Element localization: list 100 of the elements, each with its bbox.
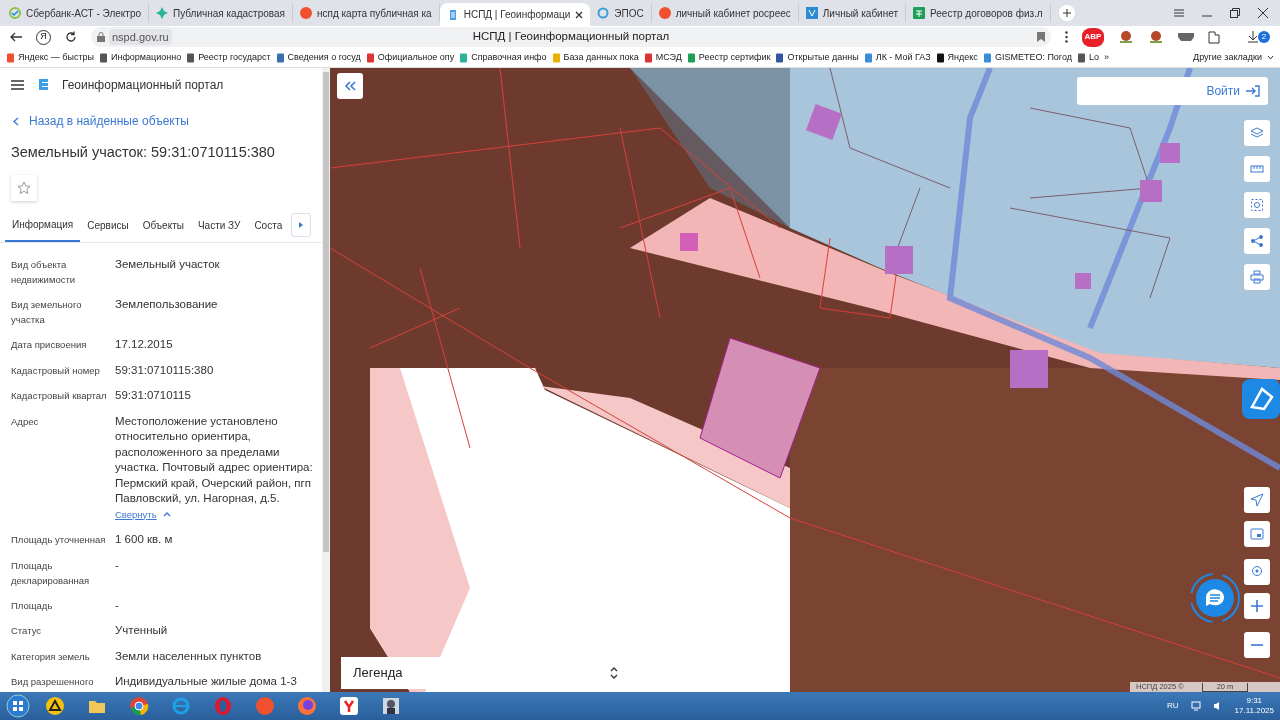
field-label: Вид разрешенного xyxy=(11,675,95,690)
field-label: Вид земельного участка xyxy=(11,298,83,328)
adblock-button[interactable]: ABP xyxy=(1082,27,1104,47)
zoom-in-button[interactable] xyxy=(1244,593,1270,619)
tab-scroll-button[interactable] xyxy=(291,213,312,238)
extension-icon[interactable] xyxy=(1148,30,1164,44)
field-label: Вид объекта недвижимости xyxy=(11,258,77,288)
bookmark[interactable]: Сведения о госуд xyxy=(275,50,361,65)
layers-button[interactable] xyxy=(1244,120,1270,146)
favorite-button[interactable] xyxy=(11,175,37,202)
side-tab-icon[interactable] xyxy=(1242,379,1280,419)
tab[interactable]: Сервисы xyxy=(80,211,136,243)
other-bookmarks-button[interactable]: Другие закладки xyxy=(1193,50,1274,65)
bookmark[interactable]: Информационно xyxy=(99,50,182,65)
print-button[interactable] xyxy=(1244,264,1270,290)
puzzle-icon[interactable] xyxy=(1208,30,1220,44)
building-footprint xyxy=(885,246,913,274)
tab[interactable]: Информация xyxy=(5,211,81,243)
extension-icon[interactable] xyxy=(1118,30,1134,44)
downloads-button[interactable]: 2 xyxy=(1248,31,1270,43)
spreadsheet-icon xyxy=(913,7,926,19)
page-icon xyxy=(459,52,469,63)
browser-tab[interactable]: Публичная кадастровая xyxy=(149,4,293,22)
chat-button[interactable] xyxy=(1189,572,1241,624)
disc-icon xyxy=(658,7,671,19)
zoom-out-button[interactable] xyxy=(1244,632,1270,658)
field-label: Площадь xyxy=(11,598,54,613)
collapse-link[interactable]: Свернуть xyxy=(115,506,171,523)
close-icon[interactable] xyxy=(1258,8,1268,18)
tab[interactable]: Объекты xyxy=(135,211,191,243)
bookmark[interactable]: Справочная инфо xyxy=(459,50,547,65)
collapse-panel-button[interactable] xyxy=(337,73,363,99)
building-footprint xyxy=(680,233,698,251)
address-bar[interactable]: nspd.gov.ru НСПД | Геоинформационный портал xyxy=(91,27,1051,47)
field-value: 59:31:0710115:380 xyxy=(115,362,215,378)
navigation-arrow-button[interactable] xyxy=(1244,487,1270,513)
reload-icon[interactable] xyxy=(65,31,77,43)
bookmark-icon[interactable] xyxy=(1037,32,1045,42)
start-button[interactable] xyxy=(6,694,30,718)
field-label: Категория земель xyxy=(11,649,91,664)
language-indicator[interactable]: RU xyxy=(1167,700,1179,712)
bookmark[interactable]: Официальное опу xyxy=(365,50,455,65)
bookmark[interactable]: Lo xyxy=(1077,50,1099,65)
browser-tab[interactable]: Личный кабинет xyxy=(798,4,907,22)
restore-icon[interactable] xyxy=(1230,8,1240,18)
close-icon[interactable] xyxy=(575,10,584,19)
lock-icon xyxy=(97,32,105,42)
bookmark[interactable]: ЛК - Мой ГАЗ xyxy=(863,50,931,65)
download-count: 2 xyxy=(1258,31,1270,43)
bookmark[interactable]: МСЭД xyxy=(643,50,682,65)
minimap-button[interactable] xyxy=(1244,521,1270,547)
area-select-button[interactable] xyxy=(1244,192,1270,218)
field-value: Местоположение установлено относительно ориентира, расположенного за пределами участка. Почтовый адрес ориентира: Пермский край, Очерский район, пгп Павловский, ул. Нагорная, д.5. xyxy=(115,413,314,507)
bookmark[interactable]: Яндекс xyxy=(935,50,978,65)
field-label: Статус xyxy=(11,624,43,639)
share-button[interactable] xyxy=(1244,228,1270,254)
bookmark[interactable]: GISMETEO: Погод xyxy=(982,50,1072,65)
menu-icon[interactable] xyxy=(11,80,24,90)
star-shape-icon xyxy=(156,7,169,19)
clock[interactable]: 9:31 17.11.2025 xyxy=(1234,696,1274,716)
field-value: Землепользование xyxy=(115,297,219,313)
browser-tab[interactable]: нспд карта публичная ка xyxy=(292,4,440,22)
bookmark[interactable]: Яндекс — быстры xyxy=(6,50,94,65)
star-icon xyxy=(17,181,31,196)
back-icon[interactable] xyxy=(10,32,22,42)
bookmark[interactable]: Реестр сертифик xyxy=(686,50,771,65)
login-button[interactable]: Войти xyxy=(1077,77,1268,105)
double-chevron-left-icon xyxy=(344,81,356,91)
plus-icon[interactable] xyxy=(1058,5,1075,21)
figure-app-icon xyxy=(381,696,401,716)
up-down-chevron-icon xyxy=(610,667,618,679)
page-icon xyxy=(275,52,285,63)
page-icon xyxy=(775,52,785,63)
bookmark[interactable]: Реестр государст xyxy=(186,50,271,65)
zoom-in-icon xyxy=(1250,599,1264,613)
object-heading: Земельный участок: 59:31:0710115:380 xyxy=(11,142,276,162)
back-link[interactable]: Назад в найденные объекты xyxy=(13,112,189,130)
extension-icon[interactable] xyxy=(1178,33,1194,41)
download-icon[interactable] xyxy=(1248,31,1258,43)
menu-icon[interactable] xyxy=(1174,9,1184,17)
browser-tab[interactable]: Реестр договоров физ.л xyxy=(906,4,1051,22)
building-footprint xyxy=(1075,273,1091,289)
url-text: nspd.gov.ru xyxy=(109,28,172,46)
page-icon xyxy=(686,52,696,63)
browser-tab[interactable]: ЭПОС xyxy=(590,4,652,22)
scrollbar[interactable] xyxy=(322,68,330,692)
more-bookmarks-button[interactable]: » xyxy=(1104,50,1110,65)
share-icon xyxy=(1250,234,1264,248)
more-icon[interactable] xyxy=(1065,31,1068,43)
page-icon xyxy=(1077,52,1086,63)
bookmark[interactable]: Открытые данны xyxy=(775,50,859,65)
tab[interactable]: Соста xyxy=(247,211,290,243)
field-label: Дата присвоения xyxy=(11,338,88,353)
tab[interactable]: Части ЗУ xyxy=(190,211,248,243)
browser-tab[interactable]: НСПД | Геоинформаци xyxy=(439,3,591,26)
location-search-button[interactable] xyxy=(1244,559,1270,585)
browser-tab[interactable]: Сбербанк-АСТ - Электро xyxy=(2,4,150,22)
bookmark[interactable]: База данных пока xyxy=(551,50,639,65)
browser-tab[interactable]: личный кабинет росреес xyxy=(651,4,799,22)
network-icon[interactable] xyxy=(1190,701,1201,711)
